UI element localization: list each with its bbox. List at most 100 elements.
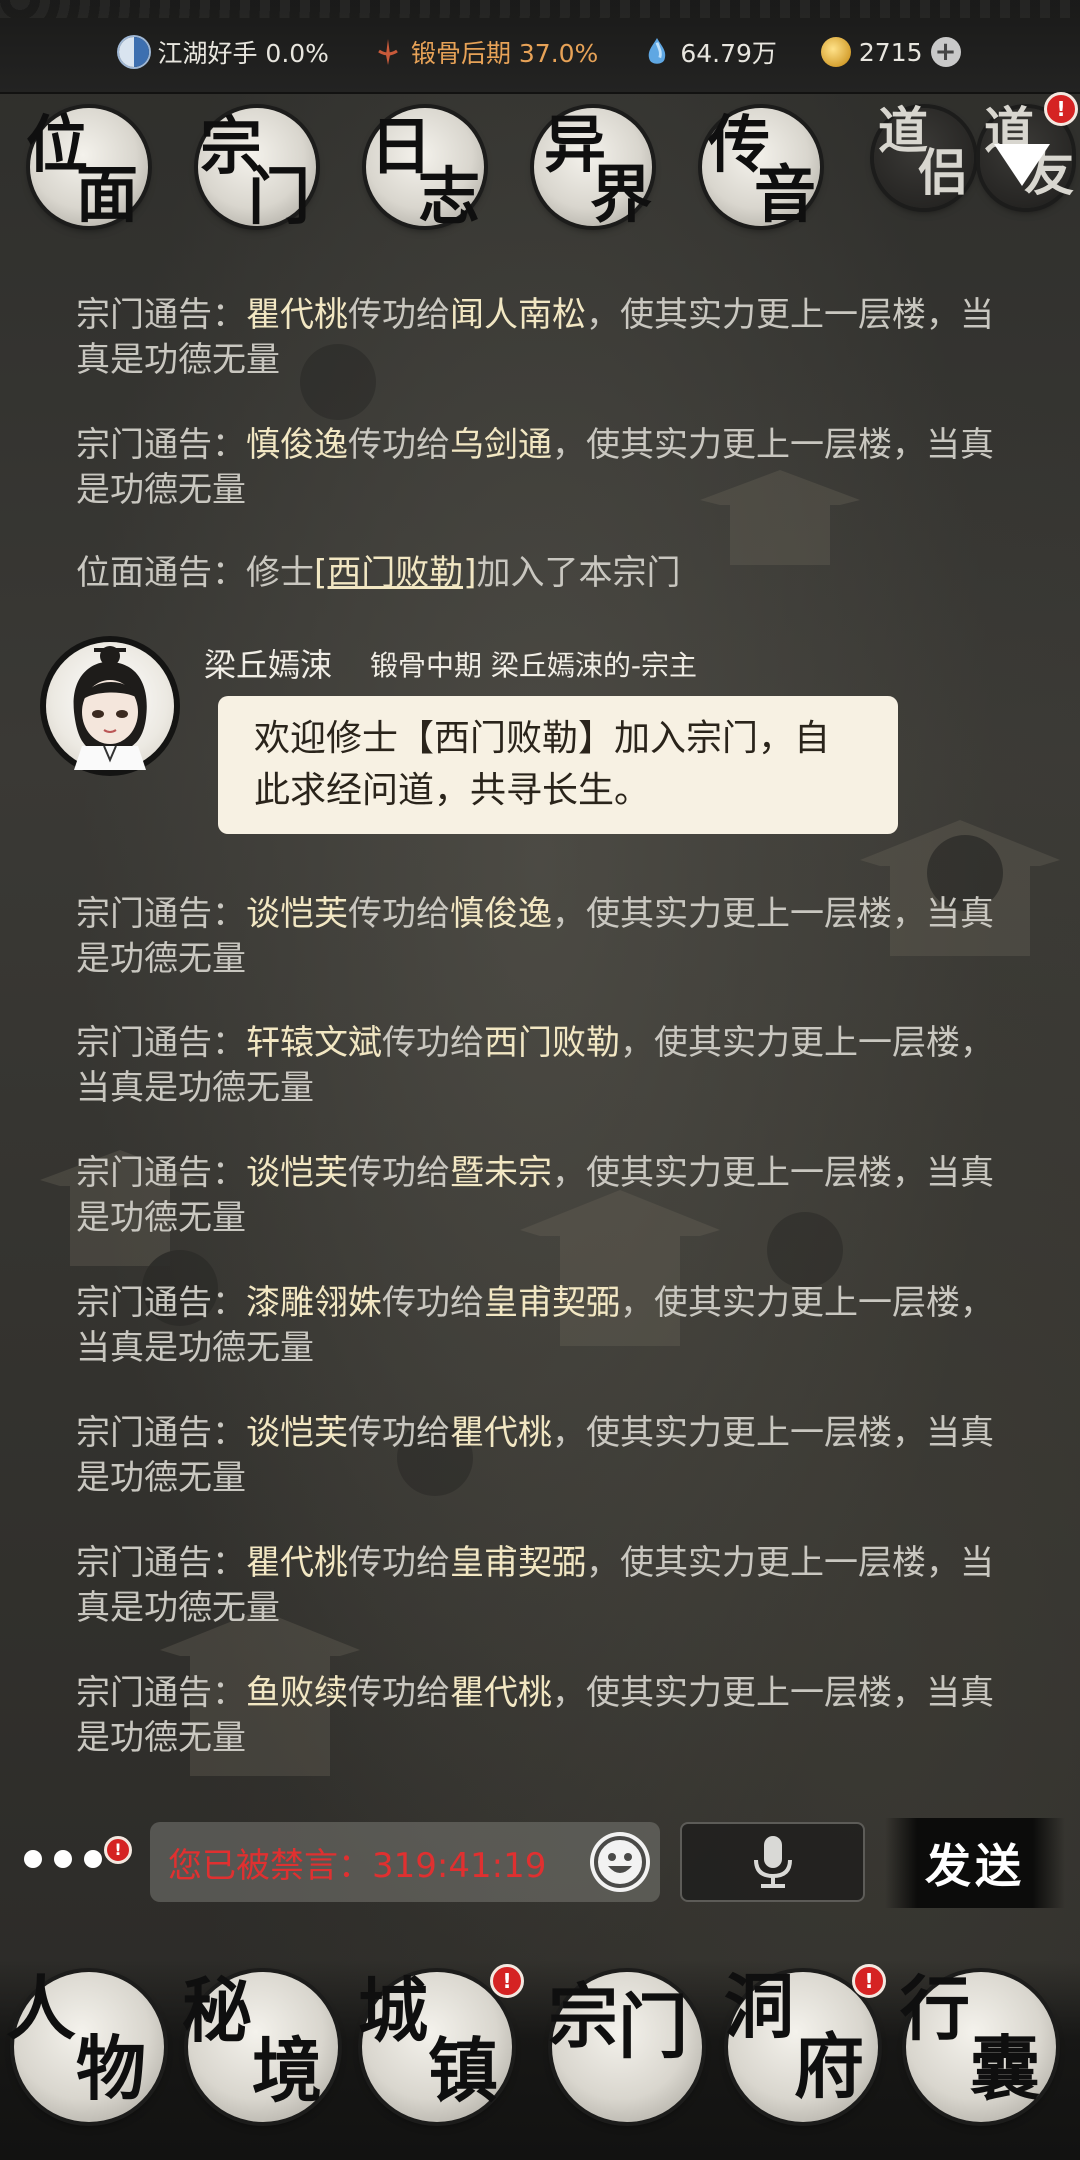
notice-giver[interactable]: 瞿代桃 [246,295,348,335]
notice-prefix: 宗门通告： [76,1413,246,1453]
more-options-button[interactable] [24,1850,114,1868]
spirit-crystal-icon [649,37,666,64]
tab-log[interactable]: 日 志 [366,108,484,228]
notice-receiver[interactable]: 闻人南松 [450,295,586,335]
notice-receiver[interactable]: 乌剑通 [450,425,552,465]
yin-yang-icon [119,37,150,67]
status-bar: 江湖好手 0.0% 锻骨后期 37.0% 64.79万 2715 + [0,0,1080,94]
chat-input-value: 您已被禁言：319:41:19 [168,1845,547,1886]
sender-name[interactable]: 梁丘嫣涑 [204,640,332,686]
notice-message: 宗门通告：瞿代桃传功给皇甫契弼，使其实力更上一层楼，当真是功德无量 [76,1541,1011,1631]
tab-friends[interactable]: 道 友 ! [980,92,1078,208]
sender-meta: 锻骨中期 梁丘嫣涑的-宗主 [370,649,698,682]
notice-verb: 传功给 [348,1153,450,1193]
nav-town-char1: 城 [358,1969,428,2052]
notice-receiver[interactable]: 暨未宗 [450,1153,552,1193]
dot-icon [54,1850,72,1868]
sword-rank-icon [378,39,398,65]
tab-otherworld[interactable]: 异 界 [534,108,652,226]
nav-inventory-char2: 囊 [970,2027,1040,2110]
dot-icon [84,1850,102,1868]
nav-secret-realm[interactable]: 秘 境 [182,1972,338,2122]
nav-town[interactable]: 城 镇 ! [358,1964,524,2122]
notice-prefix: 宗门通告： [76,1153,246,1193]
notice-receiver[interactable]: 皇甫契弼 [450,1543,586,1583]
nav-cave-char1: 洞 [724,1965,794,2048]
notice-prefix: 宗门通告： [76,1543,246,1583]
dot-icon [24,1850,42,1868]
crystal-stat: 64.79万 [642,34,777,70]
top-tab-row: 位 面 宗 门 日 志 异 界 传 音 道 侣 道 友 ! [0,92,1080,238]
tab-voice[interactable]: 传 音 [702,108,820,226]
notice-verb: 传功给 [348,1673,450,1713]
cultivation-stat-text: 锻骨后期 37.0% [410,39,599,68]
tab-companion[interactable]: 道 侣 [874,106,974,208]
notice-message: 宗门通告：慎俊逸传功给乌剑通，使其实力更上一层楼，当真是功德无量 [76,423,1011,513]
notice-receiver[interactable]: 西门败勒 [484,1023,620,1063]
notice-verb: 传功给 [348,1413,450,1453]
bottom-nav: 人 物 秘 境 城 镇 ! 宗 门 洞 府 ! 行 囊 [0,1960,1080,2160]
notice-giver[interactable]: 慎俊逸 [246,425,348,465]
voice-input-button[interactable] [680,1822,865,1902]
notice-suffix: 加入了本宗门 [476,553,681,593]
chat-bubble: 欢迎修士【西门败勒】加入宗门，自此求经问道，共寻长生。 [218,696,898,834]
nav-inventory[interactable]: 行 囊 [900,1972,1056,2122]
dropdown-arrow-icon[interactable] [994,144,1050,186]
notice-receiver[interactable]: 瞿代桃 [450,1413,552,1453]
tab-plane[interactable]: 位 面 [26,108,148,226]
tab-sect-char2: 门 [248,160,311,233]
chat-input[interactable]: 您已被禁言：319:41:19 [150,1822,660,1902]
nav-secret-realm-char1: 秘 [182,1969,252,2052]
notice-giver[interactable]: 鱼败续 [246,1673,348,1713]
tab-sect[interactable]: 宗 门 [198,108,316,233]
emoji-button[interactable] [590,1832,650,1892]
notice-message: 宗门通告：鱼败续传功给瞿代桃，使其实力更上一层楼，当真是功德无量 [76,1671,1011,1761]
nav-cave[interactable]: 洞 府 ! [724,1964,886,2122]
rank-stat-text: 江湖好手 0.0% [157,39,329,68]
notice-prefix: 宗门通告： [76,1283,246,1323]
nav-character-char1: 人 [6,1967,76,2050]
notice-giver[interactable]: 谈恺芙 [246,1413,348,1453]
notice-message: 宗门通告：轩辕文斌传功给西门败勒，使其实力更上一层楼，当真是功德无量 [76,1021,1011,1111]
rank-stat: 江湖好手 0.0% [119,34,329,70]
notice-receiver[interactable]: 瞿代桃 [450,1673,552,1713]
notice-message: 宗门通告：谈恺芙传功给慎俊逸，使其实力更上一层楼，当真是功德无量 [76,892,1011,982]
notice-prefix: 位面通告：修士 [76,553,314,593]
gold-stat-text: 2715 [858,37,923,67]
town-alert-badge: ! [490,1964,524,1998]
nav-sect-char2: 门 [618,1985,688,2068]
more-options-alert-badge: ! [104,1836,132,1864]
nav-sect-char1: 宗 [548,1975,618,2058]
notice-receiver[interactable]: 慎俊逸 [450,894,552,934]
tab-companion-char2: 侣 [918,143,968,202]
notice-giver[interactable]: 瞿代桃 [246,1543,348,1583]
notice-verb: 传功给 [348,894,450,934]
crystal-stat-text: 64.79万 [680,39,777,68]
notice-giver[interactable]: 漆雕翎姝 [246,1283,382,1323]
nav-character-char2: 物 [76,2027,146,2110]
add-gold-button[interactable]: + [930,37,961,67]
notice-verb: 传功给 [348,425,450,465]
nav-character[interactable]: 人 物 [6,1972,164,2122]
notice-prefix: 宗门通告： [76,425,246,465]
notice-prefix: 宗门通告： [76,894,246,934]
send-button[interactable]: 发送 [885,1818,1065,1908]
notice-prefix: 宗门通告： [76,1673,246,1713]
notice-message: 宗门通告：漆雕翎姝传功给皇甫契弼，使其实力更上一层楼，当真是功德无量 [76,1281,1011,1371]
notice-prefix: 宗门通告： [76,295,246,335]
cultivation-stat: 锻骨后期 37.0% [373,34,598,70]
notice-giver[interactable]: 谈恺芙 [246,894,348,934]
nav-inventory-char1: 行 [900,1967,970,2050]
nav-sect[interactable]: 宗 门 [548,1972,702,2122]
notice-verb: 传功给 [382,1023,484,1063]
notice-giver[interactable]: 谈恺芙 [246,1153,348,1193]
notice-verb: 传功给 [382,1283,484,1323]
character-portrait-icon [73,646,147,770]
avatar[interactable] [46,642,174,770]
notice-giver[interactable]: 轩辕文斌 [246,1023,382,1063]
player-link[interactable]: [西门败勒] [314,553,477,593]
gold-stat: 2715 + [820,37,961,67]
gold-coin-icon [820,37,851,67]
notice-receiver[interactable]: 皇甫契弼 [484,1283,620,1323]
notice-verb: 传功给 [348,1543,450,1583]
